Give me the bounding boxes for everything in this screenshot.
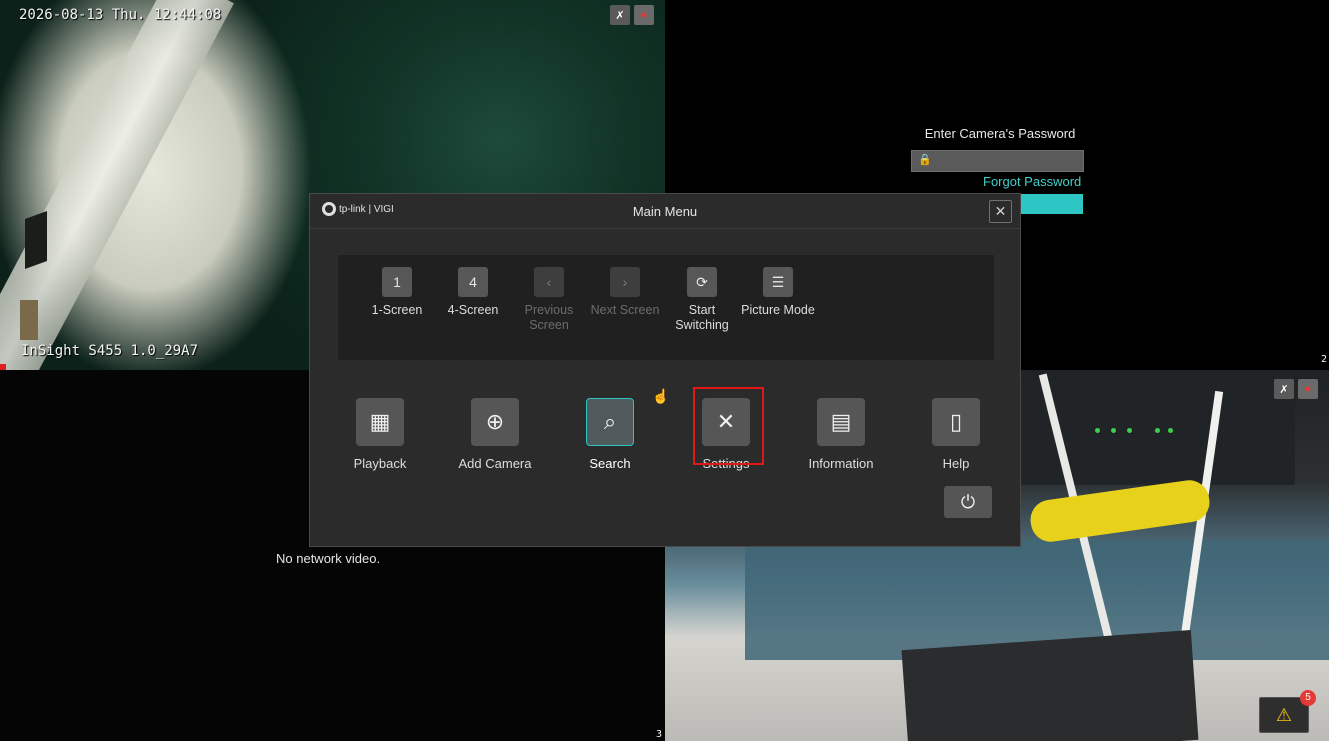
clipboard-icon: ▤ — [817, 398, 865, 446]
close-icon: ✕ — [994, 203, 1007, 219]
book-icon: ▯ — [932, 398, 980, 446]
dialog-header: tp-link | VIGI Main Menu ✕ — [310, 194, 1020, 229]
record-icon[interactable]: ● — [1298, 379, 1318, 399]
quick-item-label: Previous Screen — [524, 303, 574, 332]
warning-icon: ⚠ — [1275, 704, 1293, 725]
one-screen-icon: 1 — [382, 267, 412, 297]
lock-icon: 🔒 — [918, 154, 932, 166]
quick-item-label: Start Switching — [675, 303, 729, 332]
camera-password-input[interactable]: 🔒 — [911, 150, 1084, 172]
menu-item-label: Search — [589, 456, 631, 471]
quick-item-label: Next Screen — [590, 303, 660, 317]
channel-number: 2 — [1321, 354, 1328, 365]
mute-icon[interactable]: ✗ — [610, 5, 630, 25]
chevron-right-icon: › — [610, 267, 640, 297]
menu-item-label: Information — [808, 456, 874, 471]
sliders-icon: ☰ — [763, 267, 793, 297]
menu-item-label: Help — [942, 456, 970, 471]
alarm-count-badge: 5 — [1300, 690, 1316, 706]
quick-item-label: Picture Mode — [741, 303, 815, 317]
settings-highlight-outline — [693, 387, 764, 465]
channel-number: 3 — [656, 729, 663, 740]
main-menu-dialog: tp-link | VIGI Main Menu ✕ 1 1-Screen 4 4-S… — [309, 193, 1021, 547]
menu-item-help[interactable]: ▯ Help — [906, 398, 1006, 471]
record-icon[interactable]: ● — [634, 5, 654, 25]
menu-item-label: Add Camera — [458, 456, 532, 471]
video-content — [25, 210, 47, 270]
forgot-password-link[interactable]: Forgot Password — [983, 174, 1081, 189]
four-screen-icon: 4 — [458, 267, 488, 297]
chevron-left-icon: ‹ — [534, 267, 564, 297]
quick-item-label: 4-Screen — [447, 303, 499, 317]
search-icon: ⌕ — [586, 398, 634, 446]
mouse-cursor-icon: ☝ — [652, 388, 670, 404]
film-icon: ▦ — [356, 398, 404, 446]
quick-item-4-screen[interactable]: 4 4-Screen — [434, 267, 512, 318]
dialog-title: Main Menu — [632, 204, 698, 219]
mute-icon[interactable]: ✗ — [1274, 379, 1294, 399]
quick-item-start-switching[interactable]: ⟳ Start Switching — [663, 267, 741, 333]
video-content — [20, 300, 38, 340]
quick-item-picture-mode[interactable]: ☰ Picture Mode — [739, 267, 817, 318]
password-confirm-button[interactable] — [1020, 194, 1083, 214]
power-icon: ⏻ — [960, 491, 976, 512]
power-button[interactable]: ⏻ — [944, 486, 992, 518]
quick-item-previous-screen[interactable]: ‹ Previous Screen — [510, 267, 588, 333]
screen-layout-toolbar: 1 1-Screen 4 4-Screen ‹ Previous Screen › Next … — [338, 255, 994, 360]
close-button[interactable]: ✕ — [989, 200, 1012, 223]
quick-item-label: 1-Screen — [371, 303, 423, 317]
add-camera-icon: ⊕ — [471, 398, 519, 446]
no-network-message: No network video. — [276, 551, 381, 566]
menu-item-information[interactable]: ▤ Information — [791, 398, 891, 471]
menu-item-search[interactable]: ⌕ Search — [560, 398, 660, 471]
osd-timestamp: 2026-08-13 Thu. 12:44:08 — [19, 7, 222, 23]
video-content — [1027, 477, 1213, 545]
quick-item-next-screen[interactable]: › Next Screen — [586, 267, 664, 318]
switching-icon: ⟳ — [687, 267, 717, 297]
password-title: Enter Camera's Password — [924, 126, 1076, 141]
quick-item-1-screen[interactable]: 1 1-Screen — [358, 267, 436, 318]
menu-item-playback[interactable]: ▦ Playback — [330, 398, 430, 471]
video-content — [901, 630, 1199, 741]
menu-item-label: Playback — [353, 456, 407, 471]
osd-camera-name: InSight S455 1.0_29A7 — [21, 343, 199, 359]
menu-item-add-camera[interactable]: ⊕ Add Camera — [445, 398, 545, 471]
